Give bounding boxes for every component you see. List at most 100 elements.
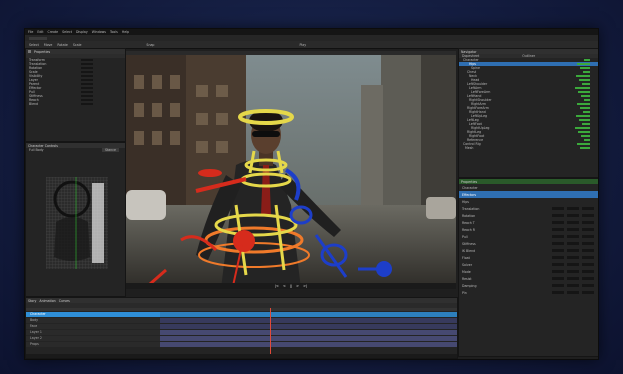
pause-button[interactable]: || xyxy=(290,284,292,288)
attribute-field[interactable] xyxy=(582,228,594,231)
tab-curves[interactable]: Curves xyxy=(59,299,70,303)
attribute-row[interactable]: Solver xyxy=(459,261,598,268)
property-field[interactable] xyxy=(81,98,93,102)
attribute-row[interactable]: Mode xyxy=(459,268,598,275)
menu-windows[interactable]: Windows xyxy=(92,30,106,34)
attribute-row[interactable]: Rotation xyxy=(459,212,598,219)
timeline-track[interactable]: Layer 1 xyxy=(26,330,457,335)
go-to-end-button[interactable]: >| xyxy=(303,284,307,288)
attribute-field[interactable] xyxy=(582,221,594,224)
attribute-field[interactable] xyxy=(582,263,594,266)
viewport-scene[interactable] xyxy=(126,55,456,289)
attribute-field[interactable] xyxy=(552,284,564,287)
next-frame-button[interactable]: > xyxy=(296,284,299,288)
tab-animation[interactable]: Animation xyxy=(39,299,55,303)
attribute-field[interactable] xyxy=(567,249,579,252)
attribute-field[interactable] xyxy=(582,291,594,294)
attribute-field[interactable] xyxy=(582,284,594,287)
timeline-playhead[interactable] xyxy=(270,308,272,354)
property-field[interactable] xyxy=(81,70,93,74)
timeline-ruler[interactable] xyxy=(26,308,457,311)
attribute-field[interactable] xyxy=(552,242,564,245)
menu-file[interactable]: File xyxy=(28,30,33,34)
property-field[interactable] xyxy=(81,94,93,98)
snap-button[interactable]: Snap xyxy=(146,43,154,47)
property-field[interactable] xyxy=(81,66,93,70)
attribute-field[interactable] xyxy=(582,277,594,280)
attribute-field[interactable] xyxy=(567,228,579,231)
menu-edit[interactable]: Edit xyxy=(37,30,43,34)
attribute-field[interactable] xyxy=(567,277,579,280)
track-clip[interactable] xyxy=(160,342,457,347)
attribute-field[interactable] xyxy=(582,256,594,259)
3d-viewport[interactable]: |< < || > >| xyxy=(126,51,456,289)
character-selector[interactable]: Full Body xyxy=(29,148,44,152)
attribute-field[interactable] xyxy=(582,242,594,245)
property-field[interactable] xyxy=(81,86,93,90)
attribute-field[interactable] xyxy=(567,256,579,259)
attribute-row[interactable]: Float xyxy=(459,254,598,261)
attribute-field[interactable] xyxy=(567,263,579,266)
play-button[interactable]: Play xyxy=(299,43,306,47)
property-field[interactable] xyxy=(81,78,93,82)
attribute-row[interactable]: Hips xyxy=(459,198,598,205)
attribute-row[interactable]: Damping xyxy=(459,282,598,289)
move-tool-button[interactable]: Move xyxy=(44,43,53,47)
attribute-field[interactable] xyxy=(552,291,564,294)
menu-select[interactable]: Select xyxy=(62,30,72,34)
attribute-field[interactable] xyxy=(552,207,564,210)
menu-help[interactable]: Help xyxy=(122,30,129,34)
attribute-field[interactable] xyxy=(552,277,564,280)
attribute-field[interactable] xyxy=(567,284,579,287)
attribute-field[interactable] xyxy=(552,263,564,266)
attribute-field[interactable] xyxy=(567,291,579,294)
go-to-start-button[interactable]: |< xyxy=(275,284,279,288)
attribute-field[interactable] xyxy=(582,270,594,273)
attribute-field[interactable] xyxy=(582,249,594,252)
attribute-row[interactable]: IK Blend xyxy=(459,247,598,254)
attribute-row[interactable]: Pin xyxy=(459,289,598,296)
attribute-field[interactable] xyxy=(582,214,594,217)
timeline-track[interactable]: Character xyxy=(26,312,457,317)
timeline-track[interactable]: Layer 2 xyxy=(26,336,457,341)
outliner-row[interactable]: Mesh xyxy=(459,146,598,150)
stance-button[interactable]: Stance xyxy=(102,148,119,152)
attribute-field[interactable] xyxy=(567,214,579,217)
attribute-field[interactable] xyxy=(567,221,579,224)
attribute-field[interactable] xyxy=(567,207,579,210)
timeline-track[interactable]: Props xyxy=(26,342,457,347)
attribute-row[interactable]: Reach T xyxy=(459,219,598,226)
attribute-field[interactable] xyxy=(567,235,579,238)
previous-frame-button[interactable]: < xyxy=(283,284,286,288)
attribute-field[interactable] xyxy=(552,249,564,252)
attribute-field[interactable] xyxy=(552,270,564,273)
menu-display[interactable]: Display xyxy=(76,30,88,34)
attribute-row[interactable]: Translation xyxy=(459,205,598,212)
track-clip[interactable] xyxy=(160,324,457,329)
track-clip[interactable] xyxy=(160,318,457,323)
property-field[interactable] xyxy=(81,58,93,62)
attribute-row[interactable]: Effectors xyxy=(459,191,598,198)
timeline-track[interactable]: Face xyxy=(26,324,457,329)
attribute-field[interactable] xyxy=(582,235,594,238)
attribute-field[interactable] xyxy=(552,221,564,224)
tab-story[interactable]: Story xyxy=(28,299,36,303)
character-control-map[interactable] xyxy=(46,177,108,269)
property-field[interactable] xyxy=(81,90,93,94)
attribute-row[interactable]: Character xyxy=(459,184,598,191)
attribute-row[interactable]: Stiffness xyxy=(459,240,598,247)
rotate-tool-button[interactable]: Rotate xyxy=(57,43,67,47)
select-tool-button[interactable]: Select xyxy=(29,43,39,47)
attribute-field[interactable] xyxy=(567,270,579,273)
property-field[interactable] xyxy=(81,62,93,66)
menu-create[interactable]: Create xyxy=(48,30,59,34)
attribute-field[interactable] xyxy=(552,228,564,231)
panel-menu-icon[interactable] xyxy=(28,50,31,53)
scale-tool-button[interactable]: Scale xyxy=(73,43,82,47)
property-field[interactable] xyxy=(81,102,93,106)
tab-outliner[interactable]: Outliner xyxy=(522,54,535,58)
track-clip[interactable] xyxy=(160,330,457,335)
attribute-field[interactable] xyxy=(552,235,564,238)
document-tab[interactable] xyxy=(29,36,47,40)
property-field[interactable] xyxy=(81,82,93,86)
